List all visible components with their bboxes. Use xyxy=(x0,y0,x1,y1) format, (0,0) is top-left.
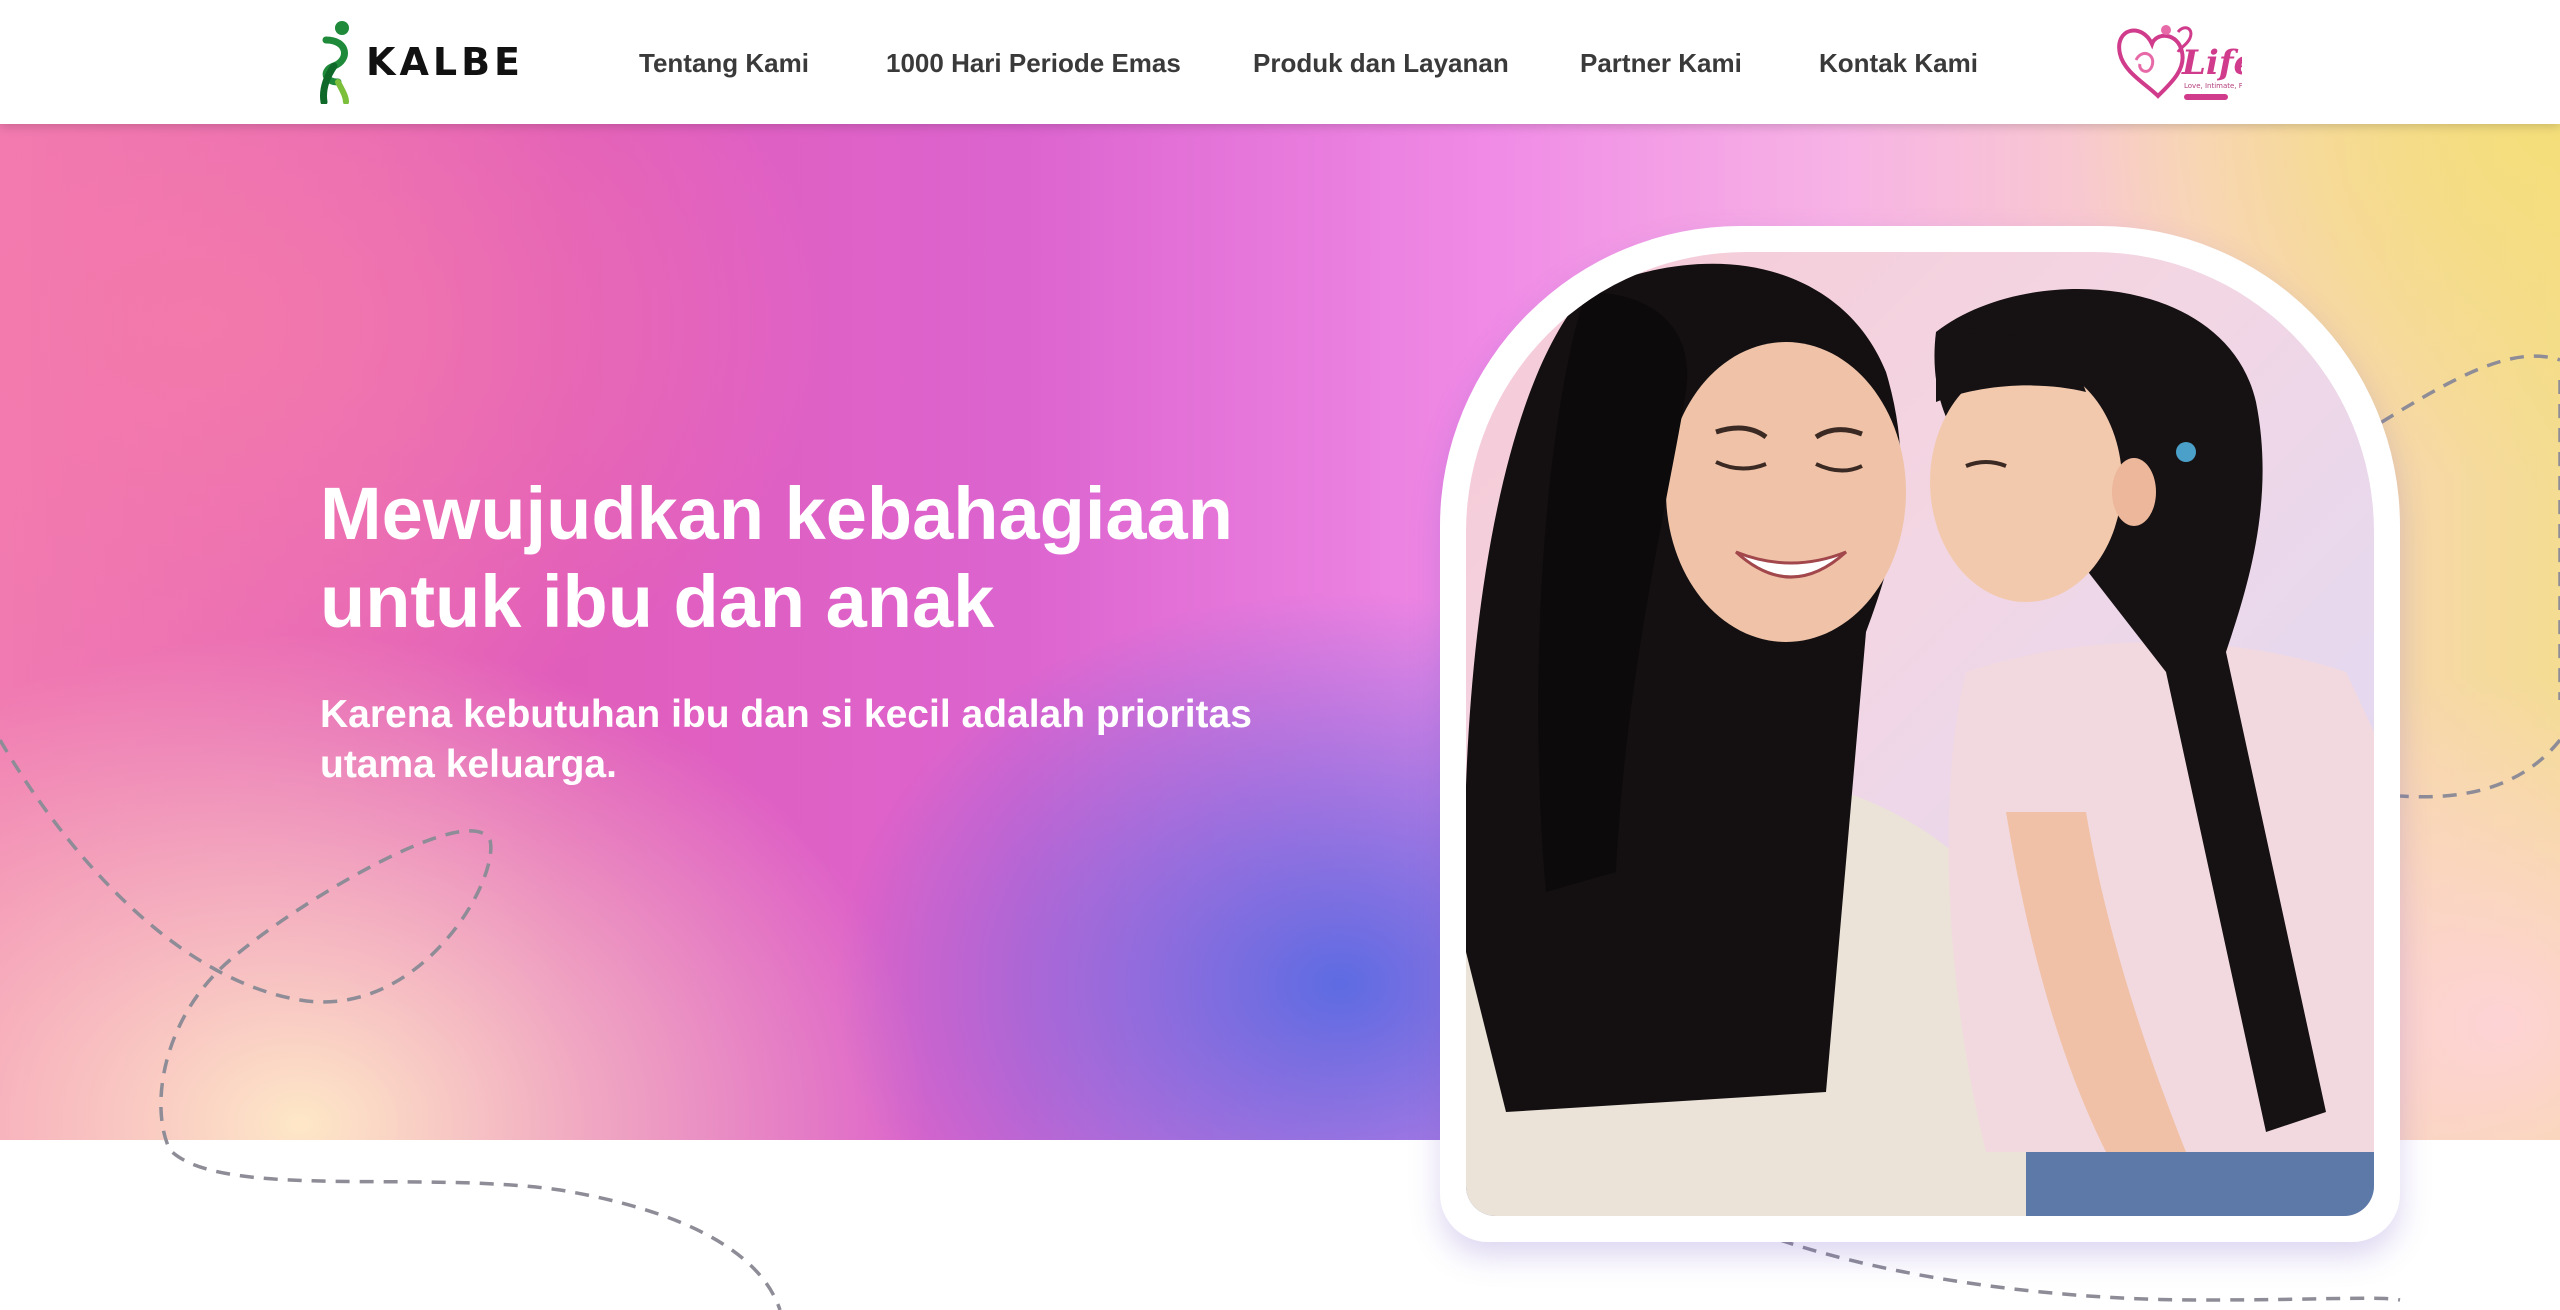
hero-subtitle-line-2: utama keluarga. xyxy=(320,743,617,786)
hero-subtitle-line-1: Karena kebutuhan ibu dan si kecil adalah… xyxy=(320,693,1252,736)
nav-produk-dan-layanan[interactable]: Produk dan Layanan xyxy=(1253,48,1509,78)
page: KALBE Tentang Kami 1000 Hari Periode Ema… xyxy=(0,0,2560,1310)
photo-illustration xyxy=(1466,263,2374,1216)
life-logo-tagline: Love, Intimate, Fun, Explore xyxy=(2184,82,2242,90)
nav-1000-hari-periode-emas[interactable]: 1000 Hari Periode Emas xyxy=(886,48,1181,78)
nav-partner-kami[interactable]: Partner Kami xyxy=(1580,48,1742,78)
life-partner-logo[interactable]: Life Love, Intimate, Fun, Explore xyxy=(2112,18,2282,108)
mother-daughter-photo xyxy=(1466,252,2374,1216)
nav-tentang-kami[interactable]: Tentang Kami xyxy=(639,48,809,78)
heart-life-logo: Life Love, Intimate, Fun, Explore xyxy=(2117,25,2282,100)
nav-kontak-kami[interactable]: Kontak Kami xyxy=(1819,48,1978,78)
hero-title-line-2: untuk ibu dan anak xyxy=(320,560,995,643)
site-header: KALBE Tentang Kami 1000 Hari Periode Ema… xyxy=(0,0,2560,124)
life-logo-text: Life xyxy=(2181,43,2242,83)
hero-title: Mewujudkan kebahagiaan untuk ibu dan ana… xyxy=(320,470,1320,646)
hero-title-line-1: Mewujudkan kebahagiaan xyxy=(320,472,1233,555)
hero-photo-card xyxy=(1440,226,2400,1242)
hero-subtitle: Karena kebutuhan ibu dan si kecil adalah… xyxy=(320,690,1320,790)
